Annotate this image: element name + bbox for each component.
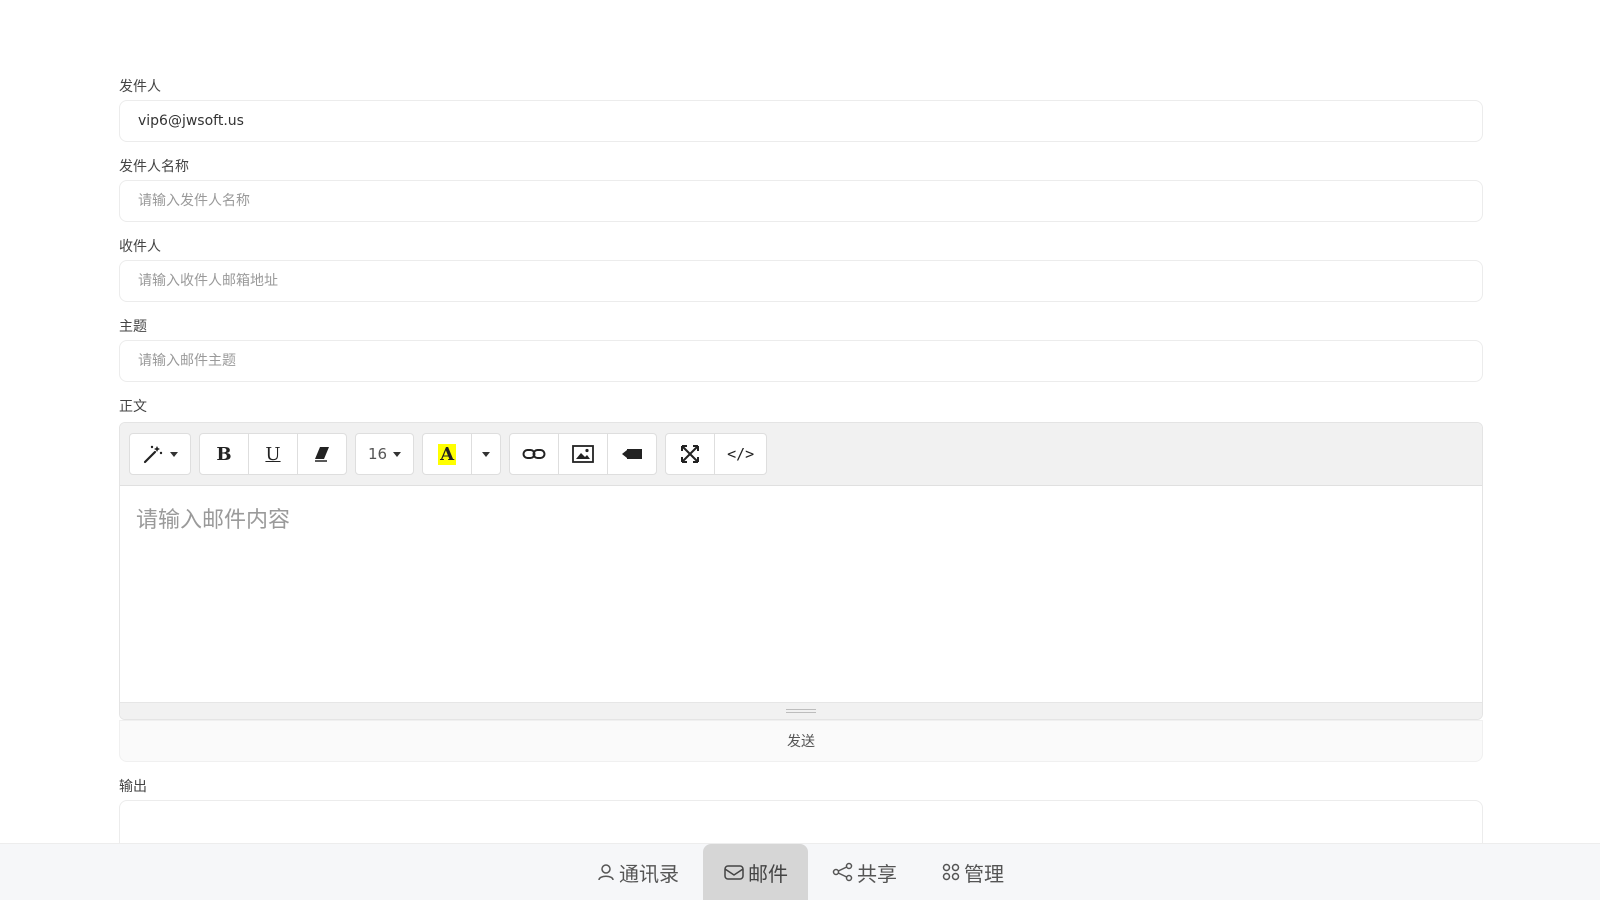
grip-icon	[786, 709, 816, 713]
sender-input[interactable]	[119, 100, 1483, 142]
font-size-dropdown[interactable]: 16	[355, 433, 415, 475]
sender-name-label: 发件人名称	[119, 159, 189, 175]
manage-icon	[942, 863, 960, 881]
recipient-label: 收件人	[119, 239, 161, 255]
user-icon	[598, 864, 614, 881]
rich-text-editor: B U 16 A </> 请输入邮件内容	[119, 422, 1483, 720]
chevron-down-icon	[170, 451, 178, 457]
email-body-editor[interactable]: 请输入邮件内容	[120, 486, 1482, 702]
sender-name-input[interactable]	[119, 180, 1483, 222]
image-icon	[572, 445, 594, 463]
nav-share-label: 共享	[857, 861, 897, 886]
color-dropdown-button[interactable]	[471, 433, 502, 475]
fullscreen-icon	[681, 445, 700, 463]
share-icon	[832, 862, 853, 882]
subject-input[interactable]	[119, 340, 1483, 382]
link-icon	[522, 449, 546, 459]
editor-toolbar: B U 16 A </>	[120, 423, 1482, 486]
editor-resize-handle[interactable]	[120, 702, 1482, 719]
output-label: 输出	[119, 779, 147, 795]
font-size-value: 16	[368, 445, 388, 463]
nav-contacts[interactable]: 通讯录	[576, 844, 699, 900]
underline-button[interactable]: U	[248, 433, 298, 475]
eraser-icon	[315, 447, 329, 462]
fullscreen-button[interactable]	[665, 433, 716, 475]
clear-format-button[interactable]	[297, 433, 347, 475]
bold-button[interactable]: B	[199, 433, 249, 475]
bottom-navigation: 通讯录 邮件 共享 管理	[0, 843, 1600, 900]
subject-label: 主题	[119, 319, 147, 335]
recipient-input[interactable]	[119, 260, 1483, 302]
mail-icon	[724, 865, 744, 880]
nav-manage-label: 管理	[964, 861, 1004, 886]
highlight-icon: A	[438, 443, 457, 465]
video-icon	[622, 449, 643, 459]
highlight-color-button[interactable]: A	[422, 433, 473, 475]
code-view-button[interactable]: </>	[714, 433, 768, 475]
insert-video-button[interactable]	[607, 433, 658, 475]
magic-wand-icon	[143, 445, 163, 464]
send-button[interactable]: 发送	[119, 720, 1483, 762]
sender-label: 发件人	[119, 79, 161, 95]
email-form: 发件人 发件人名称 收件人 主题 正文 B U	[119, 78, 1483, 870]
nav-manage[interactable]: 管理	[921, 844, 1024, 900]
insert-link-button[interactable]	[509, 433, 560, 475]
nav-mail[interactable]: 邮件	[703, 844, 808, 900]
chevron-down-icon	[393, 451, 402, 457]
nav-mail-label: 邮件	[748, 861, 788, 886]
body-label: 正文	[119, 399, 147, 415]
insert-image-button[interactable]	[558, 433, 609, 475]
style-dropdown-button[interactable]	[129, 433, 191, 475]
nav-contacts-label: 通讯录	[619, 861, 679, 886]
chevron-down-icon	[482, 451, 491, 457]
nav-share[interactable]: 共享	[812, 844, 917, 900]
